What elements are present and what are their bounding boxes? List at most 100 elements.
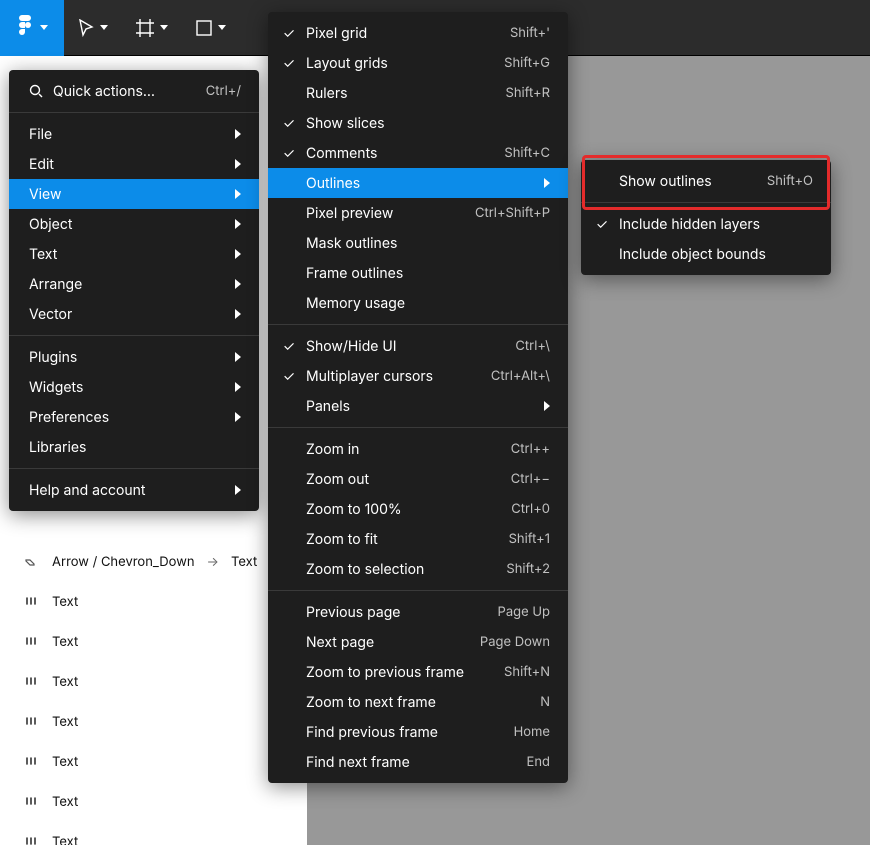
menu-item-label: File bbox=[29, 126, 229, 143]
menu-item-zoom-to-100[interactable]: Zoom to 100%Ctrl+0 bbox=[268, 494, 568, 524]
menu-item-view[interactable]: View bbox=[9, 179, 259, 209]
menu-item-label: Show/Hide UI bbox=[306, 338, 515, 355]
menu-quick-actions[interactable]: Quick actions… Ctrl+/ bbox=[9, 76, 259, 106]
menu-item-previous-page[interactable]: Previous pagePage Up bbox=[268, 597, 568, 627]
menu-item-label: Comments bbox=[306, 145, 504, 162]
menu-item-pixel-preview[interactable]: Pixel previewCtrl+Shift+P bbox=[268, 198, 568, 228]
text-layer-icon bbox=[24, 754, 40, 770]
submenu-arrow-icon bbox=[235, 382, 241, 392]
menu-item-label: Include object bounds bbox=[619, 246, 813, 263]
move-tool[interactable] bbox=[64, 0, 122, 56]
menu-item-vector[interactable]: Vector bbox=[9, 299, 259, 329]
figma-menu-button[interactable] bbox=[0, 0, 64, 56]
submenu-arrow-icon bbox=[235, 412, 241, 422]
layer-row[interactable]: Text bbox=[0, 622, 307, 662]
check-icon: ✓ bbox=[595, 216, 609, 233]
main-menu: Quick actions… Ctrl+/ File EditViewObject… bbox=[9, 70, 259, 511]
menu-item-mask-outlines[interactable]: Mask outlines bbox=[268, 228, 568, 258]
menu-item-zoom-to-fit[interactable]: Zoom to fitShift+1 bbox=[268, 524, 568, 554]
layer-row-component[interactable]: Arrow / Chevron_Down → Text bbox=[0, 542, 307, 582]
menu-item-zoom-to-next-frame[interactable]: Zoom to next frameN bbox=[268, 687, 568, 717]
menu-item-show-slices[interactable]: ✓Show slices bbox=[268, 108, 568, 138]
menu-item-zoom-in[interactable]: Zoom inCtrl++ bbox=[268, 434, 568, 464]
menu-item-next-page[interactable]: Next pagePage Down bbox=[268, 627, 568, 657]
menu-item-panels[interactable]: Panels bbox=[268, 391, 568, 421]
text-layer-icon bbox=[24, 594, 40, 610]
menu-item-shortcut: Shift+2 bbox=[506, 561, 550, 577]
menu-item-label: Zoom to next frame bbox=[306, 694, 540, 711]
menu-item-label: Help and account bbox=[29, 482, 229, 499]
menu-item-shortcut: Ctrl+Alt+\ bbox=[491, 368, 550, 384]
submenu-arrow-icon bbox=[544, 401, 550, 411]
menu-item-shortcut: N bbox=[540, 694, 550, 710]
menu-item-label: Multiplayer cursors bbox=[306, 368, 491, 385]
menu-item-show-outlines[interactable]: Show outlinesShift+O bbox=[581, 166, 831, 196]
menu-item-libraries[interactable]: Libraries bbox=[9, 432, 259, 462]
menu-item-arrange[interactable]: Arrange bbox=[9, 269, 259, 299]
menu-item-shortcut: Shift+' bbox=[510, 25, 550, 41]
menu-item-label: Zoom to selection bbox=[306, 561, 506, 578]
menu-item-include-hidden-layers[interactable]: ✓Include hidden layers bbox=[581, 209, 831, 239]
menu-item-widgets[interactable]: Widgets bbox=[9, 372, 259, 402]
menu-item-layout-grids[interactable]: ✓Layout gridsShift+G bbox=[268, 48, 568, 78]
layer-component-name: Arrow / Chevron_Down bbox=[52, 554, 195, 570]
view-submenu: ✓Pixel gridShift+'✓Layout gridsShift+GRu… bbox=[268, 12, 568, 783]
menu-item-memory-usage[interactable]: Memory usage bbox=[268, 288, 568, 318]
menu-item-text[interactable]: Text bbox=[9, 239, 259, 269]
menu-item-comments[interactable]: ✓CommentsShift+C bbox=[268, 138, 568, 168]
shape-tool[interactable] bbox=[182, 0, 240, 56]
frame-tool[interactable] bbox=[122, 0, 182, 56]
submenu-arrow-icon bbox=[235, 279, 241, 289]
menu-item-show-hide-ui[interactable]: ✓Show/Hide UICtrl+\ bbox=[268, 331, 568, 361]
outlines-submenu: Show outlinesShift+O ✓Include hidden laye… bbox=[581, 160, 831, 275]
layer-label: Text bbox=[52, 714, 78, 730]
menu-item-zoom-out[interactable]: Zoom outCtrl+− bbox=[268, 464, 568, 494]
layer-row[interactable]: Text bbox=[0, 702, 307, 742]
menu-item-label: Preferences bbox=[29, 409, 229, 426]
menu-item-plugins[interactable]: Plugins bbox=[9, 342, 259, 372]
menu-item-multiplayer-cursors[interactable]: ✓Multiplayer cursorsCtrl+Alt+\ bbox=[268, 361, 568, 391]
chevron-down-icon bbox=[160, 25, 168, 31]
menu-item-find-previous-frame[interactable]: Find previous frameHome bbox=[268, 717, 568, 747]
menu-item-frame-outlines[interactable]: Frame outlines bbox=[268, 258, 568, 288]
menu-item-zoom-to-previous-frame[interactable]: Zoom to previous frameShift+N bbox=[268, 657, 568, 687]
menu-separator bbox=[268, 590, 568, 591]
menu-item-help-and-account[interactable]: Help and account bbox=[9, 475, 259, 505]
menu-item-label: Next page bbox=[306, 634, 480, 651]
submenu-arrow-icon bbox=[544, 178, 550, 188]
layer-label: Text bbox=[52, 674, 78, 690]
layer-row[interactable]: Text bbox=[0, 582, 307, 622]
menu-separator bbox=[9, 468, 259, 469]
menu-item-label: Zoom to 100% bbox=[306, 501, 511, 518]
text-layer-icon bbox=[24, 834, 40, 845]
menu-item-preferences[interactable]: Preferences bbox=[9, 402, 259, 432]
menu-item-rulers[interactable]: RulersShift+R bbox=[268, 78, 568, 108]
menu-item-shortcut: Ctrl+0 bbox=[511, 501, 550, 517]
menu-item-object[interactable]: Object bbox=[9, 209, 259, 239]
menu-item-shortcut: Shift+G bbox=[504, 55, 550, 71]
menu-item-edit[interactable]: Edit bbox=[9, 149, 259, 179]
menu-item-outlines[interactable]: Outlines bbox=[268, 168, 568, 198]
menu-item-find-next-frame[interactable]: Find next frameEnd bbox=[268, 747, 568, 777]
rectangle-icon bbox=[196, 20, 212, 36]
layer-row[interactable]: Text bbox=[0, 782, 307, 822]
menu-item-zoom-to-selection[interactable]: Zoom to selectionShift+2 bbox=[268, 554, 568, 584]
layer-row[interactable]: Text bbox=[0, 742, 307, 782]
layer-label: Text bbox=[52, 634, 78, 650]
menu-item-label: Zoom in bbox=[306, 441, 511, 458]
layer-row[interactable]: Text bbox=[0, 822, 307, 845]
menu-item-file[interactable]: File bbox=[9, 119, 259, 149]
component-icon bbox=[24, 554, 40, 570]
layer-row[interactable]: Text bbox=[0, 662, 307, 702]
check-icon: ✓ bbox=[282, 115, 296, 132]
menu-separator bbox=[268, 324, 568, 325]
menu-item-shortcut: Shift+O bbox=[767, 173, 813, 189]
menu-item-label: Layout grids bbox=[306, 55, 504, 72]
menu-item-shortcut: Shift+N bbox=[504, 664, 550, 680]
figma-logo-icon bbox=[16, 15, 34, 41]
menu-separator bbox=[581, 202, 831, 203]
menu-item-shortcut: Shift+1 bbox=[509, 531, 550, 547]
menu-item-pixel-grid[interactable]: ✓Pixel gridShift+' bbox=[268, 18, 568, 48]
submenu-arrow-icon bbox=[235, 352, 241, 362]
menu-item-include-object-bounds[interactable]: Include object bounds bbox=[581, 239, 831, 269]
